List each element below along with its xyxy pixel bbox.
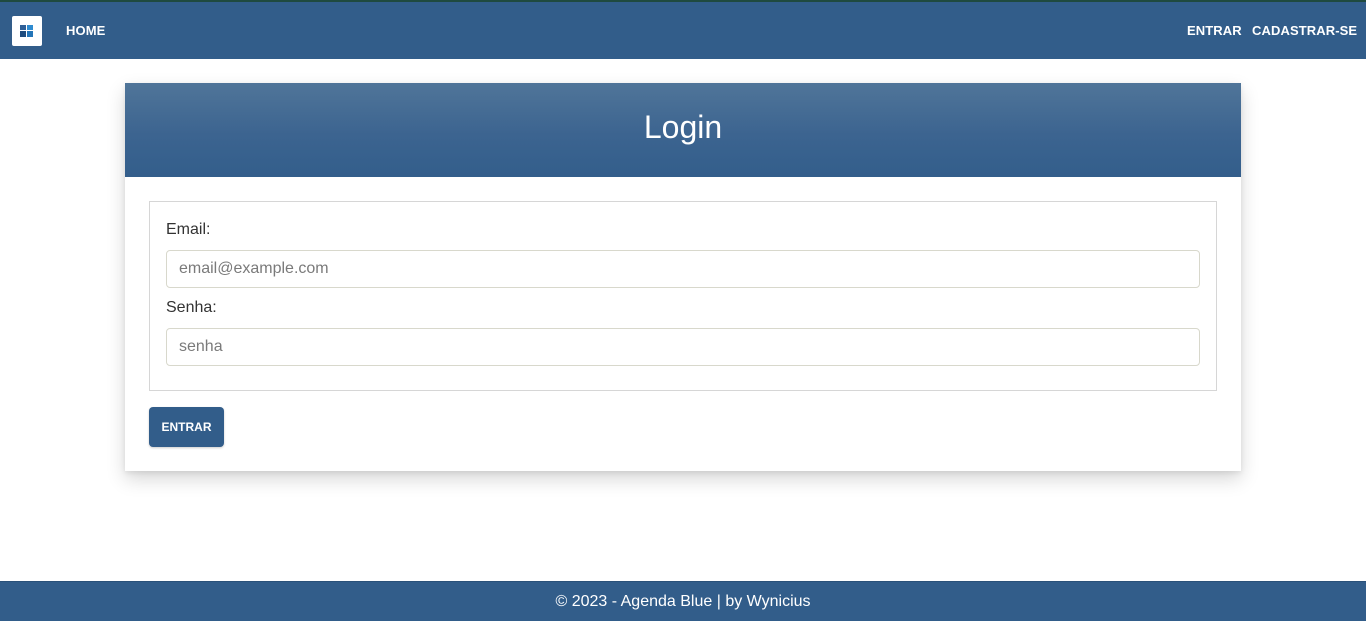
login-submit-button[interactable]: ENTRAR [149,407,224,447]
nav-login-link[interactable]: ENTRAR [1187,23,1242,39]
nav-signup-link[interactable]: CADASTRAR-SE [1252,23,1357,39]
grid-logo-icon[interactable] [12,16,42,46]
login-card-header: Login [125,83,1241,177]
password-field[interactable] [166,328,1200,366]
email-field[interactable] [166,250,1200,288]
footer-text: © 2023 - Agenda Blue | by Wynicius [555,593,811,610]
login-card: Login Email: Senha: ENTRAR [125,83,1241,471]
footer: © 2023 - Agenda Blue | by Wynicius [0,581,1366,621]
password-label: Senha: [166,299,217,316]
nav-home-link[interactable]: HOME [66,23,105,39]
email-label: Email: [166,221,211,238]
login-form-fields: Email: Senha: [149,201,1217,391]
page-title: Login [643,109,723,145]
top-navbar: HOME ENTRAR CADASTRAR-SE [0,0,1366,59]
